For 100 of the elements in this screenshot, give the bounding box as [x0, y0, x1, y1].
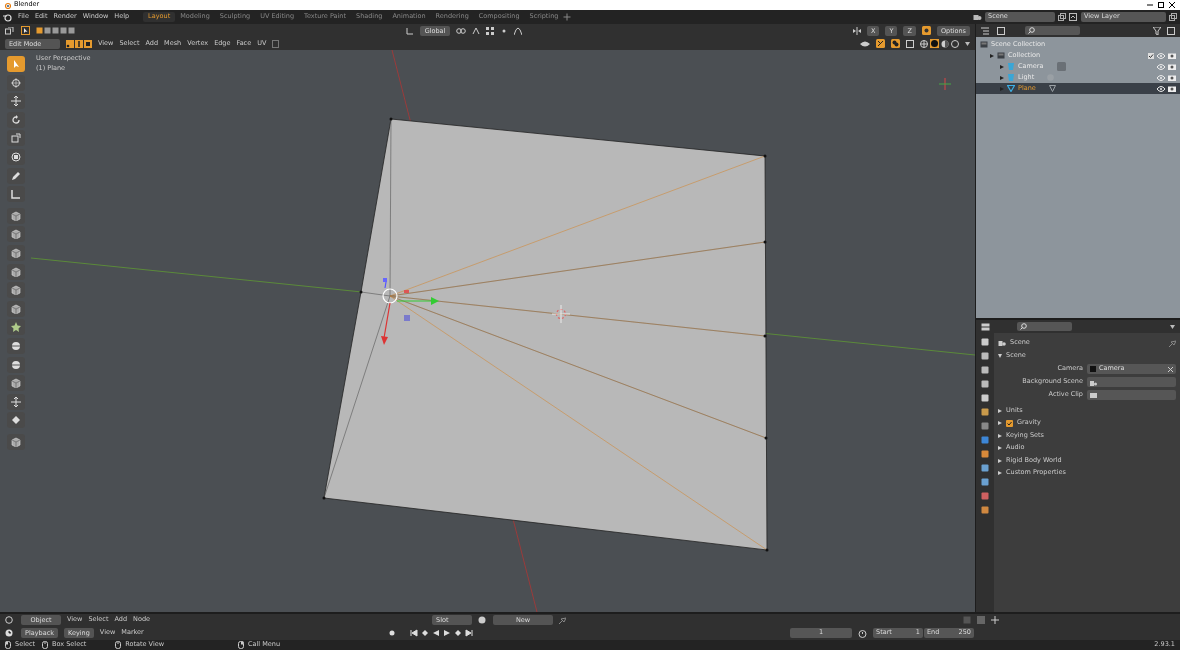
material-icon[interactable] — [478, 616, 487, 624]
tool-button[interactable] — [6, 93, 25, 110]
checkbox-icon[interactable] — [1148, 52, 1154, 59]
tool-button[interactable] — [6, 148, 25, 165]
face-select-icon[interactable] — [84, 39, 92, 48]
collapse-arrow-icon[interactable] — [998, 354, 1002, 359]
previous-keyframe-icon[interactable] — [421, 629, 429, 637]
tool-button[interactable] — [6, 337, 25, 354]
grid-icon[interactable] — [991, 616, 999, 624]
record-icon[interactable] — [388, 629, 396, 637]
material-shading-icon[interactable] — [941, 39, 949, 48]
tool-button[interactable] — [6, 356, 25, 373]
collection-icon — [997, 52, 1005, 59]
camera-icon[interactable] — [1168, 85, 1176, 92]
minimize-icon[interactable] — [1146, 1, 1154, 9]
play-reverse-icon[interactable] — [432, 629, 440, 637]
tool-button[interactable] — [6, 412, 25, 429]
expand-arrow-icon[interactable] — [998, 421, 1002, 426]
search-field[interactable] — [1017, 322, 1072, 331]
rendered-shading-icon[interactable] — [951, 39, 959, 48]
search-field[interactable] — [1025, 26, 1080, 35]
new-collection-icon[interactable] — [1167, 26, 1175, 35]
jump-end-icon[interactable] — [465, 629, 473, 637]
clear-icon[interactable] — [1168, 366, 1173, 372]
object-field[interactable] — [1087, 377, 1176, 387]
link-icon[interactable] — [456, 26, 466, 35]
expand-arrow-icon[interactable] — [990, 53, 994, 58]
overlay-icon[interactable] — [891, 39, 900, 48]
expand-arrow-icon[interactable] — [998, 433, 1002, 438]
jump-start-icon[interactable] — [410, 629, 418, 637]
tool-button[interactable] — [6, 226, 25, 243]
maximize-icon[interactable] — [1157, 1, 1165, 9]
clock-icon[interactable] — [5, 629, 15, 637]
tool-button[interactable] — [6, 56, 25, 72]
logo-icon[interactable] — [3, 12, 12, 22]
sphere-icon — [10, 340, 21, 351]
tool-button[interactable] — [6, 375, 25, 392]
panel-checkbox[interactable] — [1006, 419, 1013, 427]
solid-shading-icon[interactable] — [930, 39, 939, 48]
tool-button[interactable] — [6, 282, 25, 299]
filter-icon[interactable] — [1153, 26, 1161, 35]
vertex-select-icon[interactable] — [66, 39, 74, 48]
tool-button[interactable] — [6, 111, 25, 128]
copy-icon[interactable] — [1169, 13, 1177, 21]
search-icon — [1020, 323, 1027, 330]
filter-mode-icon[interactable] — [997, 26, 1007, 35]
tool-button[interactable] — [6, 167, 25, 184]
mirror-icon[interactable] — [853, 26, 862, 35]
orientation-icon[interactable] — [406, 26, 414, 35]
cube-icon — [10, 436, 21, 447]
camera-icon[interactable] — [1168, 52, 1176, 59]
mouse-icon — [115, 641, 122, 649]
copy-icon[interactable] — [1058, 13, 1066, 21]
expand-arrow-icon[interactable] — [998, 458, 1002, 463]
close-icon[interactable] — [1168, 1, 1176, 9]
camera-icon[interactable] — [1168, 63, 1176, 70]
tool-button[interactable] — [6, 74, 25, 91]
curve-icon[interactable] — [514, 26, 522, 35]
pencil-icon — [10, 170, 21, 181]
list-icon[interactable] — [981, 26, 991, 35]
pin-icon[interactable] — [1169, 339, 1176, 347]
pin-icon[interactable] — [559, 616, 566, 624]
editor-type-icon[interactable] — [5, 26, 15, 35]
stopwatch-icon[interactable] — [858, 628, 867, 638]
expand-arrow-icon[interactable] — [998, 408, 1002, 413]
search-icon — [1028, 27, 1035, 34]
object-field[interactable] — [1087, 390, 1176, 400]
tool-button[interactable] — [6, 433, 25, 450]
expand-arrow-icon[interactable] — [998, 471, 1002, 476]
visibility-icon[interactable] — [860, 39, 870, 48]
scene-icon[interactable] — [973, 13, 982, 21]
tool-button[interactable] — [6, 300, 25, 317]
pointer-icon[interactable] — [21, 26, 30, 35]
cube-icon — [10, 285, 21, 296]
overlay-icon[interactable] — [921, 26, 931, 35]
tool-button[interactable] — [6, 263, 25, 280]
wireframe-shading-icon[interactable] — [920, 39, 928, 48]
camera-icon[interactable] — [1168, 74, 1176, 81]
expand-arrow-icon[interactable] — [1000, 75, 1004, 80]
plus-icon[interactable] — [563, 13, 572, 21]
tool-button[interactable] — [6, 319, 25, 336]
tool-button[interactable] — [6, 244, 25, 261]
tool-button[interactable] — [6, 207, 25, 224]
tool-button[interactable] — [6, 393, 25, 410]
play-icon[interactable] — [443, 629, 451, 637]
cube-icon — [10, 378, 21, 389]
mouse-icon — [42, 641, 49, 649]
edge-select-icon[interactable] — [75, 39, 83, 48]
xray-icon[interactable] — [906, 39, 914, 48]
expand-arrow-icon[interactable] — [998, 446, 1002, 451]
editor-type-icon[interactable] — [981, 322, 991, 331]
tool-button[interactable] — [6, 186, 25, 203]
camera-object-icon — [1090, 366, 1096, 372]
grid-icon[interactable] — [486, 26, 494, 35]
editor-type-icon[interactable] — [5, 616, 15, 624]
eye-icon[interactable] — [1157, 85, 1165, 92]
layers-icon[interactable] — [1069, 13, 1078, 21]
next-keyframe-icon[interactable] — [454, 629, 462, 637]
expand-arrow-icon[interactable] — [1000, 64, 1004, 69]
gizmo-icon[interactable] — [876, 39, 885, 48]
